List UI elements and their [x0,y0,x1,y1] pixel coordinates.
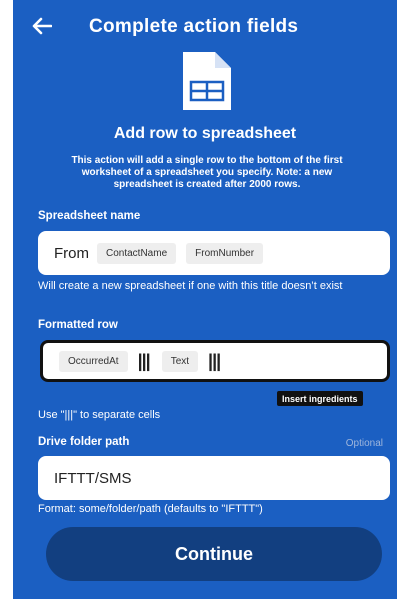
insert-ingredients-button[interactable]: Insert ingredients [277,391,363,406]
drive-folder-helper: Format: some/folder/path (defaults to "I… [38,503,263,515]
ingredient-chip[interactable]: ContactName [97,242,177,264]
header: Complete action fields [13,8,397,44]
app-screen: Complete action fields Add row to spread… [13,0,397,599]
cell-separator: ||| [208,350,221,371]
spreadsheet-icon [183,52,231,110]
ingredient-chip[interactable]: FromNumber [186,242,264,264]
drive-folder-field[interactable]: IFTTT/SMS [38,456,390,500]
formatted-row-label: Formatted row [38,319,118,331]
continue-button[interactable]: Continue [46,527,382,581]
formatted-row-helper: Use "|||" to separate cells [38,409,161,421]
formatted-row-field[interactable]: OccurredAt ||| Text ||| [40,340,390,382]
spreadsheet-name-text: From [54,244,89,262]
spreadsheet-name-field[interactable]: From ContactName FromNumber [38,231,390,275]
spreadsheet-name-helper: Will create a new spreadsheet if one wit… [38,280,343,292]
optional-tag: Optional [345,438,383,449]
action-title: Add row to spreadsheet [113,125,297,142]
action-description: This action will add a single row to the… [71,155,343,190]
drive-folder-label: Drive folder path [38,436,130,448]
ingredient-chip[interactable]: Text [161,350,199,372]
cell-separator: ||| [137,350,151,371]
arrow-left-icon [32,17,52,35]
page-title: Complete action fields [89,16,299,37]
back-button[interactable] [27,12,57,40]
ingredient-chip[interactable]: OccurredAt [59,350,128,372]
spreadsheet-name-label: Spreadsheet name [38,210,141,222]
drive-folder-value: IFTTT/SMS [54,469,132,487]
